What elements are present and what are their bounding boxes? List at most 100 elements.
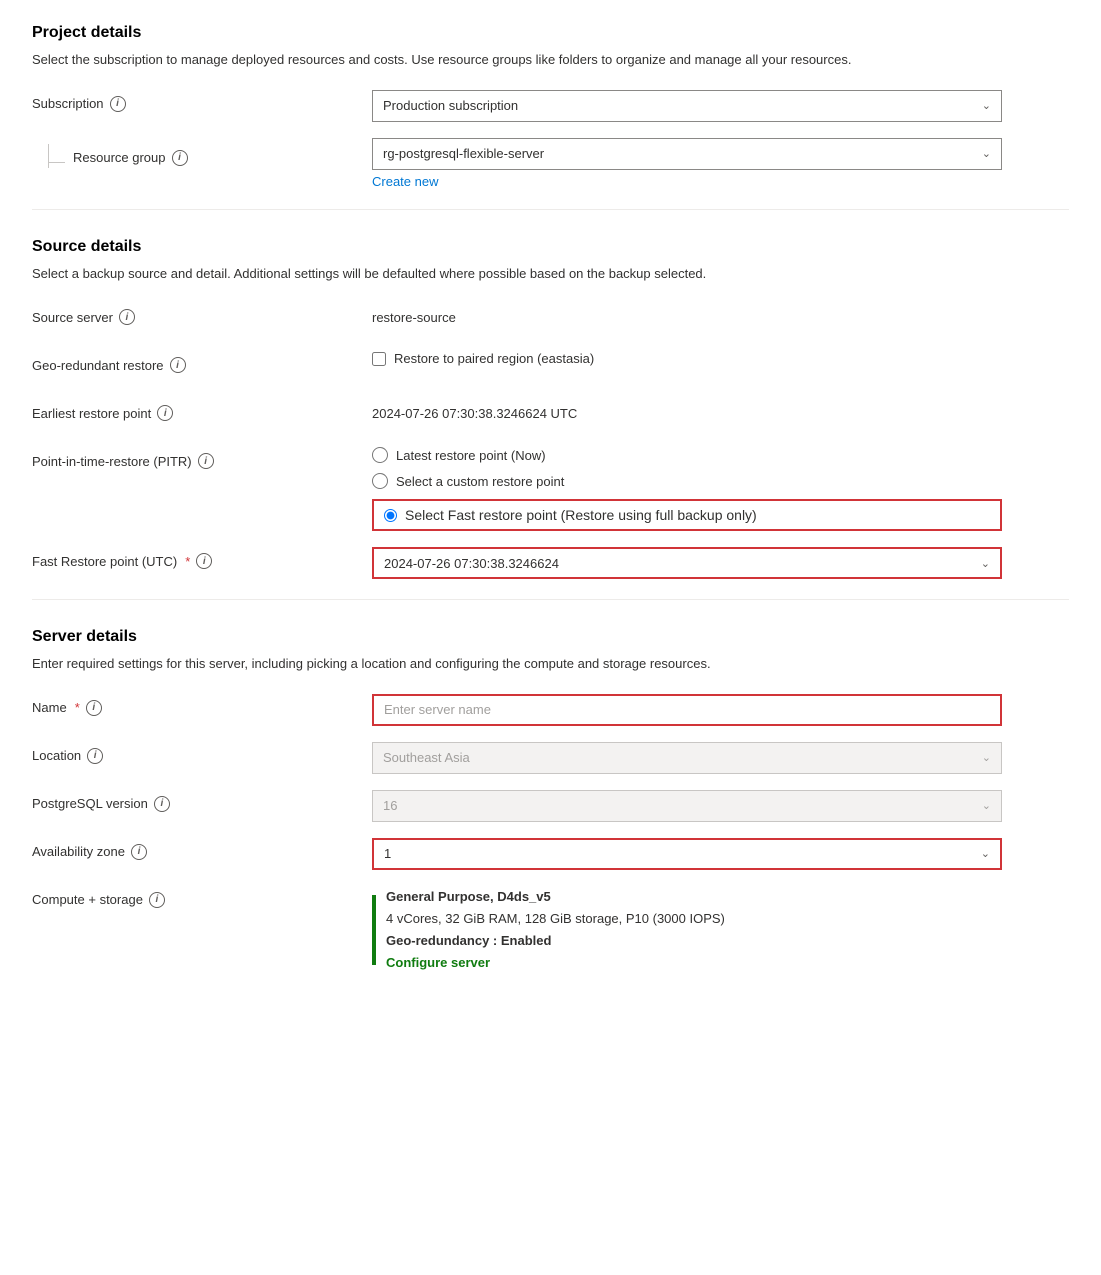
compute-storage-control: General Purpose, D4ds_v5 4 vCores, 32 Gi… — [372, 886, 1002, 974]
compute-storage-info-icon[interactable]: i — [149, 892, 165, 908]
location-value: Southeast Asia — [383, 750, 470, 765]
project-details-section: Project details Select the subscription … — [32, 24, 1069, 189]
pitr-label: Point-in-time-restore (PITR) i — [32, 447, 372, 469]
radio-custom-item: Select a custom restore point — [372, 473, 1002, 489]
subscription-control: Production subscription ⌄ — [372, 90, 1002, 122]
server-details-title: Server details — [32, 628, 1069, 646]
radio-latest-label: Latest restore point (Now) — [396, 448, 546, 463]
subscription-dropdown-value: Production subscription — [383, 98, 518, 113]
fast-restore-dropdown[interactable]: 2024-07-26 07:30:38.3246624 ⌄ — [372, 547, 1002, 579]
fast-restore-control: 2024-07-26 07:30:38.3246624 ⌄ — [372, 547, 1002, 579]
subscription-row: Subscription i Production subscription ⌄ — [32, 90, 1069, 122]
geo-redundant-control: Restore to paired region (eastasia) — [372, 351, 1002, 366]
location-row: Location i Southeast Asia ⌄ — [32, 742, 1069, 774]
source-details-title: Source details — [32, 238, 1069, 256]
divider-1 — [32, 209, 1069, 210]
subscription-chevron-icon: ⌄ — [982, 99, 991, 112]
availability-zone-chevron-icon: ⌄ — [981, 847, 990, 860]
pitr-row: Point-in-time-restore (PITR) i Latest re… — [32, 447, 1069, 531]
compute-detail: 4 vCores, 32 GiB RAM, 128 GiB storage, P… — [386, 908, 725, 930]
earliest-restore-value: 2024-07-26 07:30:38.3246624 UTC — [372, 399, 1002, 421]
postgresql-version-dropdown[interactable]: 16 ⌄ — [372, 790, 1002, 822]
source-details-section: Source details Select a backup source an… — [32, 238, 1069, 580]
compute-tier: General Purpose, D4ds_v5 — [386, 886, 725, 908]
fast-restore-row: Fast Restore point (UTC) * i 2024-07-26 … — [32, 547, 1069, 579]
indent-v-line — [48, 144, 49, 158]
geo-redundant-checkbox-label: Restore to paired region (eastasia) — [394, 351, 594, 366]
create-new-link[interactable]: Create new — [372, 174, 438, 189]
geo-redundant-checkbox[interactable] — [372, 352, 386, 366]
earliest-restore-row: Earliest restore point i 2024-07-26 07:3… — [32, 399, 1069, 431]
availability-zone-dropdown[interactable]: 1 ⌄ — [372, 838, 1002, 870]
resource-group-dropdown[interactable]: rg-postgresql-flexible-server ⌄ — [372, 138, 1002, 170]
name-info-icon[interactable]: i — [86, 700, 102, 716]
compute-storage-value: General Purpose, D4ds_v5 4 vCores, 32 Gi… — [372, 886, 1002, 974]
fast-restore-value: 2024-07-26 07:30:38.3246624 — [384, 556, 559, 571]
radio-custom-label: Select a custom restore point — [396, 474, 564, 489]
subscription-dropdown[interactable]: Production subscription ⌄ — [372, 90, 1002, 122]
earliest-restore-control: 2024-07-26 07:30:38.3246624 UTC — [372, 399, 1002, 421]
source-server-label: Source server i — [32, 303, 372, 325]
source-details-desc: Select a backup source and detail. Addit… — [32, 264, 1069, 284]
postgresql-version-row: PostgreSQL version i 16 ⌄ — [32, 790, 1069, 822]
postgresql-version-label: PostgreSQL version i — [32, 790, 372, 812]
pitr-radio-group: Latest restore point (Now) Select a cust… — [372, 447, 1002, 531]
indent-connector — [48, 144, 65, 168]
server-name-row: Name * i — [32, 694, 1069, 726]
project-details-desc: Select the subscription to manage deploy… — [32, 50, 1069, 70]
geo-redundancy: Geo-redundancy : Enabled — [386, 930, 725, 952]
availability-zone-control: 1 ⌄ — [372, 838, 1002, 870]
postgresql-version-chevron-icon: ⌄ — [982, 799, 991, 812]
fast-restore-label: Fast Restore point (UTC) * i — [32, 547, 372, 569]
radio-fast[interactable] — [384, 509, 397, 522]
server-details-section: Server details Enter required settings f… — [32, 628, 1069, 974]
project-details-title: Project details — [32, 24, 1069, 42]
radio-latest[interactable] — [372, 447, 388, 463]
postgresql-version-control: 16 ⌄ — [372, 790, 1002, 822]
availability-zone-value: 1 — [384, 846, 391, 861]
resource-group-chevron-icon: ⌄ — [982, 147, 991, 160]
subscription-info-icon[interactable]: i — [110, 96, 126, 112]
radio-latest-item: Latest restore point (Now) — [372, 447, 1002, 463]
radio-fast-label: Select Fast restore point (Restore using… — [405, 507, 757, 523]
server-name-input[interactable] — [372, 694, 1002, 726]
geo-redundant-label: Geo-redundant restore i — [32, 351, 372, 373]
fast-restore-required: * — [185, 554, 190, 569]
postgresql-version-info-icon[interactable]: i — [154, 796, 170, 812]
availability-zone-label: Availability zone i — [32, 838, 372, 860]
radio-custom[interactable] — [372, 473, 388, 489]
resource-group-row: Resource group i rg-postgresql-flexible-… — [32, 138, 1069, 189]
indent-h-line — [49, 162, 65, 163]
name-required-star: * — [75, 700, 80, 715]
pitr-info-icon[interactable]: i — [198, 453, 214, 469]
source-server-info-icon[interactable]: i — [119, 309, 135, 325]
location-info-icon[interactable]: i — [87, 748, 103, 764]
source-server-value: restore-source — [372, 303, 1002, 325]
source-server-row: Source server i restore-source — [32, 303, 1069, 335]
postgresql-version-value: 16 — [383, 798, 397, 813]
configure-server-link[interactable]: Configure server — [386, 952, 725, 974]
location-label: Location i — [32, 742, 372, 764]
geo-redundant-info-icon[interactable]: i — [170, 357, 186, 373]
location-dropdown[interactable]: Southeast Asia ⌄ — [372, 742, 1002, 774]
resource-group-label: Resource group i — [73, 144, 188, 166]
availability-zone-info-icon[interactable]: i — [131, 844, 147, 860]
earliest-restore-info-icon[interactable]: i — [157, 405, 173, 421]
source-server-control: restore-source — [372, 303, 1002, 325]
server-name-label: Name * i — [32, 694, 372, 716]
fast-restore-chevron-icon: ⌄ — [981, 557, 990, 570]
geo-redundant-row: Geo-redundant restore i Restore to paire… — [32, 351, 1069, 383]
compute-storage-row: Compute + storage i General Purpose, D4d… — [32, 886, 1069, 974]
green-bar — [372, 895, 376, 965]
fast-restore-info-icon[interactable]: i — [196, 553, 212, 569]
availability-zone-row: Availability zone i 1 ⌄ — [32, 838, 1069, 870]
resource-group-indent: Resource group i — [32, 138, 372, 168]
compute-storage-details: General Purpose, D4ds_v5 4 vCores, 32 Gi… — [386, 886, 725, 974]
resource-group-info-icon[interactable]: i — [172, 150, 188, 166]
divider-2 — [32, 599, 1069, 600]
compute-storage-label: Compute + storage i — [32, 886, 372, 908]
location-control: Southeast Asia ⌄ — [372, 742, 1002, 774]
radio-fast-highlighted: Select Fast restore point (Restore using… — [372, 499, 1002, 531]
resource-group-value: rg-postgresql-flexible-server — [383, 146, 544, 161]
subscription-label: Subscription i — [32, 90, 372, 112]
